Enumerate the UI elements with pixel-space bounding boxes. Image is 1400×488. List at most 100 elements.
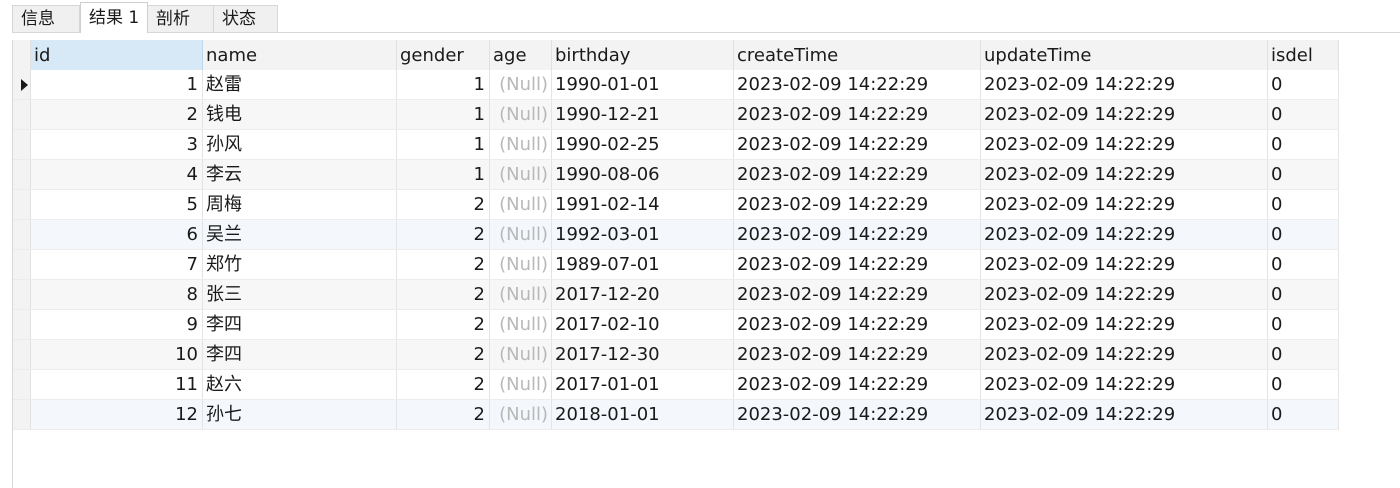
cell-name[interactable]: 钱电 (203, 100, 397, 129)
cell-isdel[interactable]: 0 (1268, 190, 1339, 219)
cell-isdel[interactable]: 0 (1268, 220, 1339, 249)
cell-birthday[interactable]: 2017-12-20 (552, 280, 734, 309)
cell-updatetime[interactable]: 2023-02-09 14:22:29 (981, 100, 1268, 129)
table-row[interactable]: 7 郑竹 2 (Null) 1989-07-01 2023-02-09 14:22:29 2… (13, 250, 1339, 280)
cell-id[interactable]: 6 (31, 220, 203, 249)
cell-isdel[interactable]: 0 (1268, 250, 1339, 279)
cell-id[interactable]: 5 (31, 190, 203, 219)
tab-result-1[interactable]: 结果 1 (80, 2, 148, 33)
cell-createtime[interactable]: 2023-02-09 14:22:29 (734, 310, 981, 339)
cell-id[interactable]: 8 (31, 280, 203, 309)
cell-gender[interactable]: 2 (397, 280, 490, 309)
column-header-name[interactable]: name (203, 40, 397, 70)
cell-name[interactable]: 赵雷 (203, 70, 397, 99)
table-row[interactable]: 1 赵雷 1 (Null) 1990-01-01 2023-02-09 14:22:29 2… (13, 70, 1339, 100)
column-header-birthday[interactable]: birthday (552, 40, 734, 70)
cell-gender[interactable]: 1 (397, 70, 490, 99)
tab-status[interactable]: 状态 (213, 5, 278, 32)
cell-gender[interactable]: 2 (397, 340, 490, 369)
cell-updatetime[interactable]: 2023-02-09 14:22:29 (981, 400, 1268, 429)
cell-gender[interactable]: 2 (397, 190, 490, 219)
cell-id[interactable]: 12 (31, 400, 203, 429)
cell-createtime[interactable]: 2023-02-09 14:22:29 (734, 280, 981, 309)
row-indicator[interactable] (13, 100, 31, 129)
cell-id[interactable]: 9 (31, 310, 203, 339)
cell-age[interactable]: (Null) (490, 250, 552, 279)
table-row[interactable]: 3 孙风 1 (Null) 1990-02-25 2023-02-09 14:22:29 2… (13, 130, 1339, 160)
cell-isdel[interactable]: 0 (1268, 280, 1339, 309)
cell-name[interactable]: 张三 (203, 280, 397, 309)
cell-birthday[interactable]: 1990-08-06 (552, 160, 734, 189)
cell-isdel[interactable]: 0 (1268, 370, 1339, 399)
row-indicator[interactable] (13, 190, 31, 219)
column-header-id[interactable]: id (31, 40, 203, 70)
cell-id[interactable]: 2 (31, 100, 203, 129)
row-indicator[interactable] (13, 310, 31, 339)
column-header-isdel[interactable]: isdel (1268, 40, 1339, 70)
table-row[interactable]: 11 赵六 2 (Null) 2017-01-01 2023-02-09 14:22:29… (13, 370, 1339, 400)
cell-id[interactable]: 4 (31, 160, 203, 189)
column-header-createtime[interactable]: createTime (734, 40, 981, 70)
table-row[interactable]: 12 孙七 2 (Null) 2018-01-01 2023-02-09 14:22:29… (13, 400, 1339, 430)
cell-createtime[interactable]: 2023-02-09 14:22:29 (734, 100, 981, 129)
cell-birthday[interactable]: 1992-03-01 (552, 220, 734, 249)
column-header-updatetime[interactable]: updateTime (981, 40, 1268, 70)
cell-gender[interactable]: 1 (397, 160, 490, 189)
cell-gender[interactable]: 1 (397, 100, 490, 129)
cell-updatetime[interactable]: 2023-02-09 14:22:29 (981, 340, 1268, 369)
cell-name[interactable]: 孙七 (203, 400, 397, 429)
cell-id[interactable]: 11 (31, 370, 203, 399)
cell-isdel[interactable]: 0 (1268, 400, 1339, 429)
cell-age[interactable]: (Null) (490, 190, 552, 219)
cell-updatetime[interactable]: 2023-02-09 14:22:29 (981, 130, 1268, 159)
cell-isdel[interactable]: 0 (1268, 310, 1339, 339)
row-indicator[interactable] (13, 250, 31, 279)
cell-updatetime[interactable]: 2023-02-09 14:22:29 (981, 250, 1268, 279)
table-row[interactable]: 8 张三 2 (Null) 2017-12-20 2023-02-09 14:22:29 2… (13, 280, 1339, 310)
table-row[interactable]: 6 吴兰 2 (Null) 1992-03-01 2023-02-09 14:22:29 2… (13, 220, 1339, 250)
cell-isdel[interactable]: 0 (1268, 160, 1339, 189)
cell-birthday[interactable]: 1990-12-21 (552, 100, 734, 129)
cell-gender[interactable]: 2 (397, 370, 490, 399)
cell-updatetime[interactable]: 2023-02-09 14:22:29 (981, 220, 1268, 249)
cell-birthday[interactable]: 2017-01-01 (552, 370, 734, 399)
row-indicator[interactable] (13, 370, 31, 399)
row-indicator[interactable] (13, 220, 31, 249)
cell-createtime[interactable]: 2023-02-09 14:22:29 (734, 70, 981, 99)
cell-birthday[interactable]: 1991-02-14 (552, 190, 734, 219)
cell-id[interactable]: 1 (31, 70, 203, 99)
cell-age[interactable]: (Null) (490, 220, 552, 249)
cell-birthday[interactable]: 1990-02-25 (552, 130, 734, 159)
row-indicator[interactable] (13, 70, 31, 99)
row-indicator[interactable] (13, 340, 31, 369)
cell-name[interactable]: 李云 (203, 160, 397, 189)
cell-age[interactable]: (Null) (490, 160, 552, 189)
cell-isdel[interactable]: 0 (1268, 100, 1339, 129)
cell-createtime[interactable]: 2023-02-09 14:22:29 (734, 160, 981, 189)
cell-name[interactable]: 郑竹 (203, 250, 397, 279)
cell-age[interactable]: (Null) (490, 400, 552, 429)
column-header-age[interactable]: age (490, 40, 552, 70)
cell-id[interactable]: 10 (31, 340, 203, 369)
cell-isdel[interactable]: 0 (1268, 130, 1339, 159)
cell-gender[interactable]: 2 (397, 310, 490, 339)
cell-updatetime[interactable]: 2023-02-09 14:22:29 (981, 190, 1268, 219)
cell-gender[interactable]: 2 (397, 250, 490, 279)
cell-birthday[interactable]: 1990-01-01 (552, 70, 734, 99)
row-indicator[interactable] (13, 280, 31, 309)
cell-age[interactable]: (Null) (490, 310, 552, 339)
table-row[interactable]: 10 李四 2 (Null) 2017-12-30 2023-02-09 14:22:29… (13, 340, 1339, 370)
cell-createtime[interactable]: 2023-02-09 14:22:29 (734, 340, 981, 369)
cell-updatetime[interactable]: 2023-02-09 14:22:29 (981, 160, 1268, 189)
row-indicator[interactable] (13, 160, 31, 189)
cell-updatetime[interactable]: 2023-02-09 14:22:29 (981, 370, 1268, 399)
cell-createtime[interactable]: 2023-02-09 14:22:29 (734, 400, 981, 429)
cell-name[interactable]: 周梅 (203, 190, 397, 219)
row-indicator[interactable] (13, 400, 31, 429)
cell-name[interactable]: 赵六 (203, 370, 397, 399)
cell-updatetime[interactable]: 2023-02-09 14:22:29 (981, 70, 1268, 99)
cell-age[interactable]: (Null) (490, 70, 552, 99)
cell-isdel[interactable]: 0 (1268, 340, 1339, 369)
cell-createtime[interactable]: 2023-02-09 14:22:29 (734, 250, 981, 279)
cell-name[interactable]: 孙风 (203, 130, 397, 159)
